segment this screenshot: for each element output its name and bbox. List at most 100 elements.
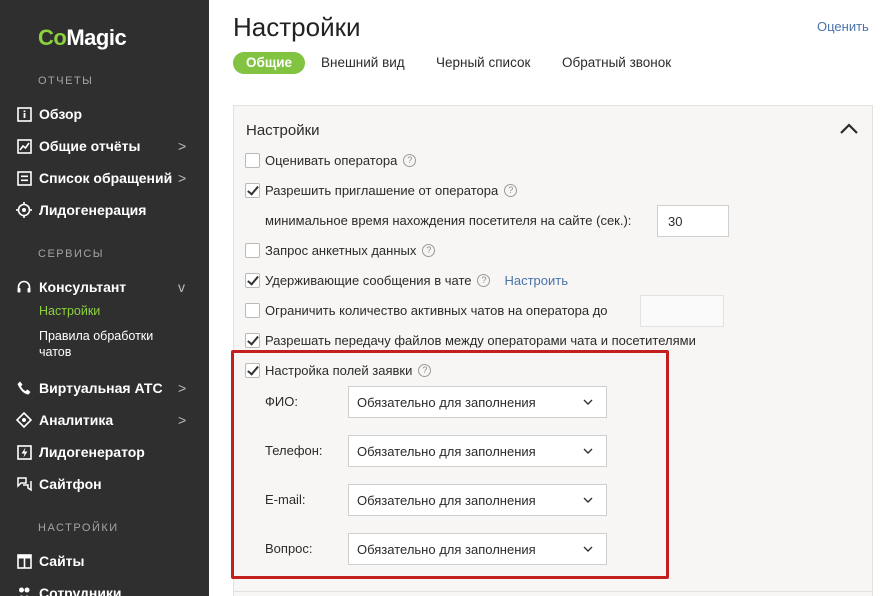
- option-limit-chats: Ограничить количество активных чатов на …: [245, 300, 608, 320]
- tab-callback[interactable]: Обратный звонок: [562, 52, 671, 74]
- sidebar-item-label: Лидогенерация: [39, 202, 147, 218]
- select-value: Обязательно для заполнения: [357, 394, 536, 410]
- sidebar-item-label: Лидогенератор: [39, 444, 145, 460]
- help-icon[interactable]: ?: [504, 183, 518, 197]
- sidebar-item-label: Сотрудники: [39, 585, 122, 596]
- users-icon: [16, 585, 32, 596]
- target-icon: [16, 202, 32, 218]
- tab-appearance[interactable]: Внешний вид: [321, 52, 405, 74]
- sidebar-item-label: Обзор: [39, 106, 83, 122]
- section-title-services: СЕРВИСЫ: [38, 248, 105, 260]
- select-value: Обязательно для заполнения: [357, 541, 536, 557]
- sidebar-item-label: Список обращений: [39, 170, 173, 186]
- phone-icon: [16, 380, 32, 396]
- help-icon[interactable]: ?: [477, 273, 491, 287]
- min-time-input[interactable]: [657, 205, 729, 237]
- select-value: Обязательно для заполнения: [357, 492, 536, 508]
- sidebar: CoMagic ОТЧЕТЫ Обзор Общие отчёты > Спис…: [0, 0, 209, 596]
- sidebar-subitem-processing-rules[interactable]: Правила обработки чатов: [39, 328, 153, 360]
- hold-messages-checkbox[interactable]: [245, 272, 260, 288]
- option-hold-messages: Удерживающие сообщения в чате ? Настроит…: [245, 270, 568, 290]
- field-label-question: Вопрос:: [265, 541, 313, 556]
- allow-invite-checkbox[interactable]: [245, 182, 260, 198]
- option-request-fields: Настройка полей заявки ?: [245, 360, 432, 380]
- select-value: Обязательно для заполнения: [357, 443, 536, 459]
- file-transfer-label: Разрешать передачу файлов между оператор…: [265, 332, 696, 348]
- chevron-down-icon: v: [178, 279, 185, 295]
- sidebar-item-label: Общие отчёты: [39, 138, 141, 154]
- logo-part-co: Co: [38, 25, 67, 50]
- sidebar-item-consultant[interactable]: Консультант v: [0, 274, 209, 300]
- option-allow-invite: Разрешить приглашение от оператора ?: [245, 180, 518, 200]
- limit-chats-checkbox[interactable]: [245, 302, 260, 318]
- request-form-label: Запрос анкетных данных: [265, 242, 417, 258]
- field-select-question[interactable]: Обязательно для заполнения: [348, 533, 607, 565]
- headset-icon: [16, 279, 32, 295]
- sidebar-item-requests-list[interactable]: Список обращений >: [0, 165, 209, 191]
- field-select-phone[interactable]: Обязательно для заполнения: [348, 435, 607, 467]
- chevron-down-icon: [582, 543, 594, 555]
- sidebar-subitem-settings[interactable]: Настройки: [39, 303, 100, 319]
- logo-part-magic: Magic: [66, 25, 127, 50]
- chevron-right-icon: >: [178, 170, 187, 186]
- collapse-chevron-up-icon[interactable]: [839, 122, 859, 136]
- help-icon[interactable]: ?: [418, 363, 432, 377]
- page-title: Настройки: [233, 12, 361, 42]
- panel-title: Настройки: [246, 122, 320, 139]
- info-square-icon: [16, 106, 32, 122]
- field-label-email: E-mail:: [265, 492, 306, 507]
- settings-panel: Настройки: [233, 105, 873, 596]
- option-file-transfer: Разрешать передачу файлов между оператор…: [245, 330, 696, 350]
- tab-blacklist[interactable]: Черный список: [436, 52, 530, 74]
- help-icon[interactable]: ?: [422, 243, 436, 257]
- sidebar-item-sites[interactable]: Сайты: [0, 548, 209, 574]
- help-icon[interactable]: ?: [403, 153, 417, 167]
- chevron-right-icon: >: [178, 138, 187, 154]
- option-rate-operator: Оценивать оператора ?: [245, 150, 417, 170]
- sidebar-item-leadgenerator[interactable]: Лидогенератор: [0, 439, 209, 465]
- limit-chats-input[interactable]: [640, 295, 724, 327]
- panel-divider: [233, 591, 873, 592]
- callback-icon: [16, 476, 32, 492]
- sidebar-item-label: Консультант: [39, 279, 127, 295]
- rate-operator-label: Оценивать оператора: [265, 152, 398, 168]
- min-time-label: минимальное время нахождения посетителя …: [265, 212, 632, 228]
- section-title-settings: НАСТРОЙКИ: [38, 522, 119, 534]
- sidebar-item-label: Сайты: [39, 553, 85, 569]
- sidebar-item-general-reports[interactable]: Общие отчёты >: [0, 133, 209, 159]
- chevron-right-icon: >: [178, 380, 187, 396]
- sidebar-item-analytics[interactable]: Аналитика >: [0, 407, 209, 433]
- lightning-icon: [16, 444, 32, 460]
- sidebar-item-leadgen[interactable]: Лидогенерация: [0, 197, 209, 223]
- rate-link[interactable]: Оценить: [817, 19, 869, 34]
- request-fields-checkbox[interactable]: [245, 362, 260, 378]
- field-select-email[interactable]: Обязательно для заполнения: [348, 484, 607, 516]
- comagic-logo[interactable]: CoMagic: [38, 25, 127, 51]
- sidebar-subitem-label-line2: чатов: [39, 345, 72, 359]
- section-title-reports: ОТЧЕТЫ: [38, 75, 94, 87]
- setup-link[interactable]: Настроить: [504, 273, 568, 288]
- sidebar-item-virtual-pbx[interactable]: Виртуальная АТС >: [0, 375, 209, 401]
- sidebar-item-label: Сайтфон: [39, 476, 102, 492]
- sidebar-item-employees[interactable]: Сотрудники: [0, 580, 209, 596]
- chevron-right-icon: >: [178, 412, 187, 428]
- hold-messages-label: Удерживающие сообщения в чате: [265, 272, 472, 288]
- request-form-checkbox[interactable]: [245, 242, 260, 258]
- chevron-down-icon: [582, 494, 594, 506]
- sidebar-subitem-label-line1: Правила обработки: [39, 329, 154, 343]
- request-fields-label: Настройка полей заявки: [265, 362, 413, 378]
- option-request-form: Запрос анкетных данных ?: [245, 240, 436, 260]
- list-icon: [16, 170, 32, 186]
- tab-general[interactable]: Общие: [233, 52, 306, 74]
- analytics-diamond-icon: [16, 412, 32, 428]
- allow-invite-label: Разрешить приглашение от оператора: [265, 182, 499, 198]
- sidebar-item-label: Аналитика: [39, 412, 114, 428]
- line-chart-icon: [16, 138, 32, 154]
- window-icon: [16, 553, 32, 569]
- sidebar-item-sitephone[interactable]: Сайтфон: [0, 471, 209, 497]
- sidebar-item-label: Виртуальная АТС: [39, 380, 163, 396]
- field-select-name[interactable]: Обязательно для заполнения: [348, 386, 607, 418]
- sidebar-item-overview[interactable]: Обзор: [0, 101, 209, 127]
- file-transfer-checkbox[interactable]: [245, 332, 260, 348]
- rate-operator-checkbox[interactable]: [245, 152, 260, 168]
